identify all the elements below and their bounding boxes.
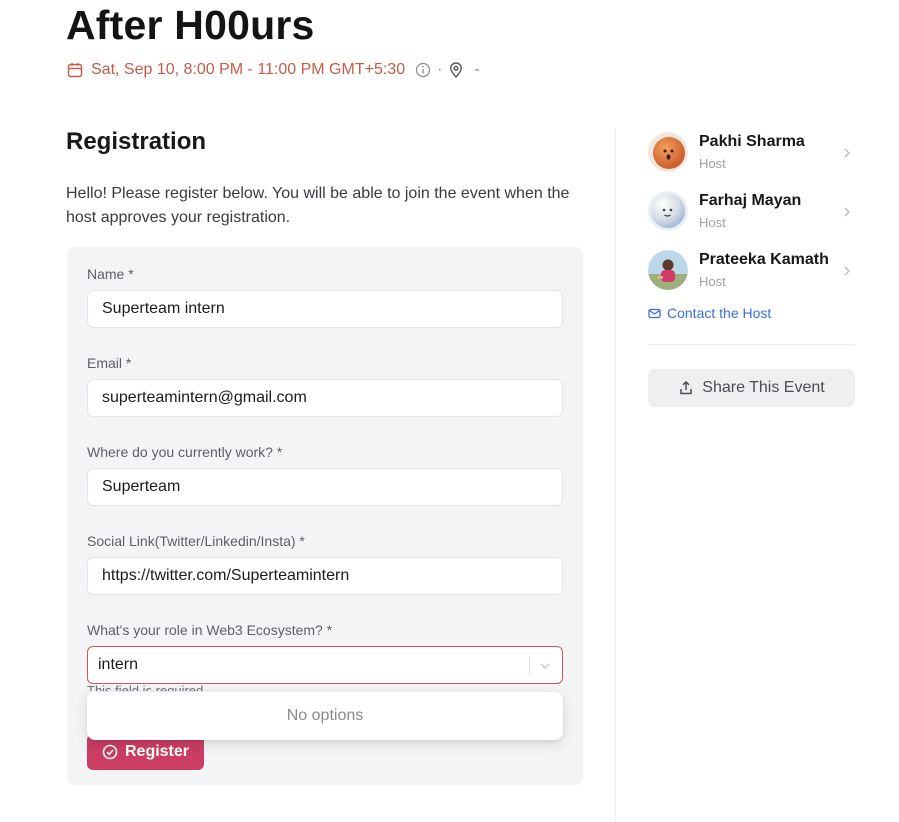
no-options-text: No options	[286, 707, 364, 724]
avatar	[648, 132, 688, 172]
host-name: Farhaj Mayan	[699, 192, 802, 209]
share-event-button[interactable]: Share This Event	[648, 369, 855, 407]
mail-icon	[648, 307, 661, 320]
role-helper-text: This field is required	[87, 683, 204, 691]
host-role: Host	[699, 274, 726, 289]
chevron-down-icon[interactable]	[538, 659, 552, 673]
datetime-text: Sat, Sep 10, 8:00 PM - 11:00 PM GMT+5:30	[91, 61, 406, 78]
social-link-label: Social Link(Twitter/Linkedin/Insta) *	[87, 533, 305, 549]
host-role: Host	[699, 215, 726, 230]
contact-host-label: Contact the Host	[667, 305, 772, 321]
host-role: Host	[699, 156, 726, 171]
registration-heading: Registration	[66, 128, 207, 155]
role-select[interactable]: intern	[87, 646, 563, 684]
sidebar-divider	[648, 344, 855, 345]
host-item[interactable]: Pakhi Sharma Host	[648, 132, 858, 176]
name-field[interactable]: Superteam intern	[87, 290, 563, 328]
role-options-dropdown: No options	[87, 692, 563, 740]
social-link-field[interactable]: https://twitter.com/Superteamintern	[87, 557, 563, 595]
contact-host-link[interactable]: Contact the Host	[648, 305, 771, 321]
host-item[interactable]: Farhaj Mayan Host	[648, 191, 858, 235]
workplace-label: Where do you currently work? *	[87, 444, 283, 460]
event-datetime: Sat, Sep 10, 8:00 PM - 11:00 PM GMT+5:30…	[67, 60, 480, 80]
check-circle-icon	[102, 744, 118, 760]
email-label: Email *	[87, 355, 132, 371]
role-select-value: intern	[98, 656, 139, 673]
host-name: Prateeka Kamath	[699, 251, 829, 268]
email-field[interactable]: superteamintern@gmail.com	[87, 379, 563, 417]
share-icon	[678, 380, 694, 396]
registration-intro: Hello! Please register below. You will b…	[66, 185, 570, 226]
host-item[interactable]: Prateeka Kamath Host	[648, 250, 858, 294]
location-pin-icon	[448, 62, 464, 78]
event-title: After H00urs	[66, 2, 315, 48]
chevron-right-icon	[841, 264, 853, 278]
share-label: Share This Event	[702, 379, 825, 396]
name-label: Name *	[87, 266, 134, 282]
calendar-icon	[67, 62, 83, 78]
chevron-right-icon	[841, 146, 853, 160]
role-label: What's your role in Web3 Ecosystem? *	[87, 622, 333, 638]
select-divider	[529, 656, 530, 676]
host-name: Pakhi Sharma	[699, 133, 805, 150]
info-icon[interactable]	[415, 62, 431, 78]
chevron-right-icon	[841, 205, 853, 219]
workplace-field[interactable]: Superteam	[87, 468, 563, 506]
column-divider	[615, 128, 616, 822]
avatar	[648, 250, 688, 290]
location-text: -	[474, 61, 480, 78]
register-label: Register	[124, 743, 190, 760]
datetime-separator: ·	[437, 61, 443, 78]
avatar	[648, 191, 688, 231]
